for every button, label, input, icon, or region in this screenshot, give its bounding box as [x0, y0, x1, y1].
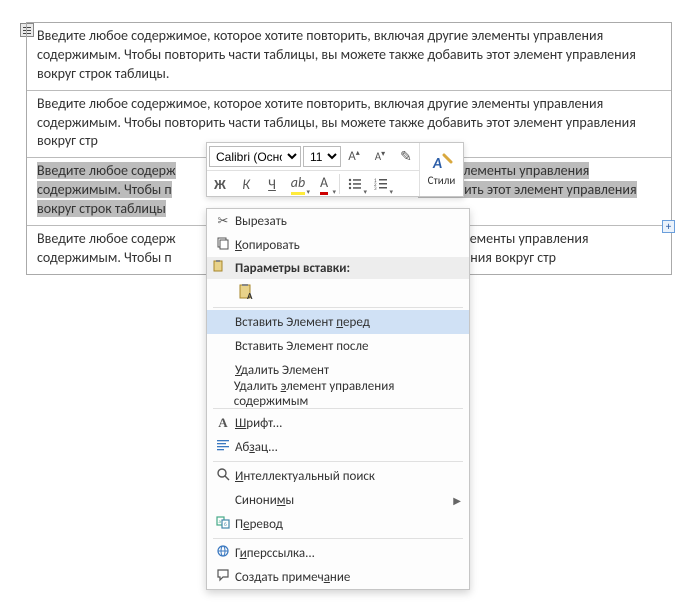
menu-new-comment[interactable]: Создать примечание [207, 565, 469, 589]
menu-copy[interactable]: Копировать [207, 233, 469, 257]
menu-smart-lookup[interactable]: Интеллектуальный поиск [207, 464, 469, 488]
numbering-button[interactable]: 123 [368, 171, 394, 197]
add-item-button[interactable]: + [662, 220, 675, 233]
separator [213, 538, 463, 539]
copy-icon [211, 236, 235, 254]
svg-text:б: б [224, 521, 227, 528]
menu-translate[interactable]: aб Перевод [207, 512, 469, 536]
shrink-font-button[interactable]: A▾ [367, 144, 393, 170]
context-menu: ✂ Вырезать Копировать Параметры вставки:… [206, 208, 470, 590]
mini-toolbar: Calibri (Осно 11 A▴ A▾ ✎ Ж К Ч ab A [206, 142, 464, 197]
cell-text-selected: Введите любое содерж [37, 162, 176, 179]
styles-label: Стили [428, 174, 456, 187]
bold-button[interactable]: Ж [207, 171, 233, 197]
paste-options-header: Параметры вставки: [207, 257, 469, 279]
menu-insert-before[interactable]: Вставить Элемент перед [207, 310, 469, 334]
search-icon [211, 467, 235, 485]
cell-text: Введите любое содерж [37, 230, 176, 247]
table-row[interactable]: Введите любое содержимое, которое хотите… [27, 23, 671, 90]
svg-text:a: a [219, 519, 222, 525]
menu-delete-content-control[interactable]: Удалить элемент управления содержимым [207, 382, 469, 406]
format-painter-button[interactable]: ✎ [393, 144, 419, 170]
svg-text:A: A [247, 291, 253, 301]
font-icon: A [211, 415, 235, 431]
font-family-select[interactable]: Calibri (Осно [209, 146, 301, 167]
menu-synonyms[interactable]: Синонимы ▶ [207, 488, 469, 512]
translate-icon: aб [211, 515, 235, 533]
menu-cut[interactable]: ✂ Вырезать [207, 209, 469, 233]
svg-text:A: A [432, 155, 442, 173]
italic-button[interactable]: К [233, 171, 259, 197]
hyperlink-icon [211, 544, 235, 562]
paste-options-row: A [207, 279, 469, 305]
underline-button[interactable]: Ч [259, 171, 285, 197]
menu-font[interactable]: A Шрифт... [207, 411, 469, 435]
font-color-button[interactable]: A [311, 171, 337, 197]
separator [213, 461, 463, 462]
cut-icon: ✂ [211, 214, 235, 229]
cell-text: Введите любое содержимое, которое хотите… [37, 27, 636, 82]
submenu-arrow-icon: ▶ [453, 494, 461, 507]
menu-insert-after[interactable]: Вставить Элемент после [207, 334, 469, 358]
bullets-button[interactable] [342, 171, 368, 197]
paste-icon [211, 259, 225, 277]
separator [213, 307, 463, 308]
paragraph-icon [211, 438, 235, 456]
paste-keep-text-button[interactable]: A [235, 280, 259, 304]
separator [339, 174, 340, 194]
styles-icon: A [431, 152, 453, 174]
grow-font-button[interactable]: A▴ [341, 144, 367, 170]
svg-text:3: 3 [374, 186, 377, 192]
highlight-color-button[interactable]: ab [285, 171, 311, 197]
comment-icon [211, 568, 235, 586]
menu-paragraph[interactable]: Абзац... [207, 435, 469, 459]
font-size-select[interactable]: 11 [303, 146, 341, 167]
menu-hyperlink[interactable]: Гиперссылка... [207, 541, 469, 565]
styles-button[interactable]: A Стили [419, 143, 463, 196]
